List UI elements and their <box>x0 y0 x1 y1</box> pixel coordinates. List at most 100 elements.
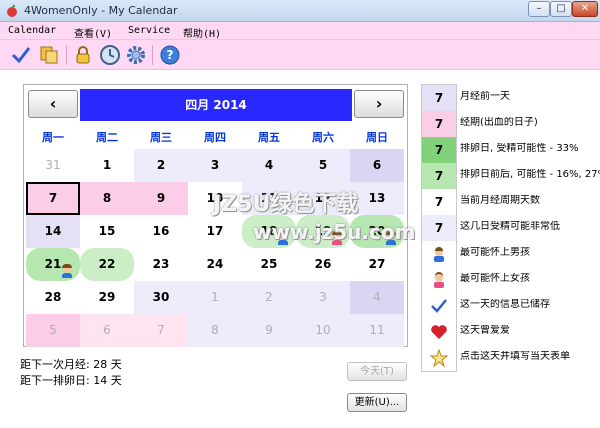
day-cell[interactable]: 27 <box>350 248 404 281</box>
lock-icon[interactable] <box>72 44 94 66</box>
calendar: ‹ 四月 2014 › 周一 周二 周三 周四 周五 周六 周日 31 1 2 3 4 5 6 7 8 9 10… <box>23 84 408 347</box>
next-month-button[interactable]: › <box>354 90 404 118</box>
day-number: 20 <box>368 224 386 238</box>
day-number: 14 <box>44 224 62 238</box>
day-cell[interactable]: 14 <box>26 215 80 248</box>
day-cell[interactable]: 1 <box>80 149 134 182</box>
menu-calendar[interactable]: Calendar <box>8 25 56 36</box>
month-label: 四月 2014 <box>80 89 352 121</box>
day-cell[interactable]: 4 <box>350 281 404 314</box>
day-cell[interactable]: 20 <box>350 215 404 248</box>
day-cell[interactable]: 15 <box>80 215 134 248</box>
legend-text: 月经前一天 <box>460 91 510 102</box>
day-cell[interactable]: 24 <box>188 248 242 281</box>
day-cell[interactable]: 18 <box>242 215 296 248</box>
window-title: 4WomenOnly - My Calendar <box>24 4 178 17</box>
menu-service[interactable]: Service <box>128 25 170 36</box>
day-cell[interactable]: 23 <box>134 248 188 281</box>
day-number: 23 <box>152 257 170 271</box>
day-cell[interactable]: 16 <box>134 215 188 248</box>
day-cell[interactable]: 3 <box>188 149 242 182</box>
day-cell[interactable]: 3 <box>296 281 350 314</box>
toolbar-separator <box>152 45 153 65</box>
day-cell[interactable]: 5 <box>26 314 80 347</box>
day-number: 24 <box>206 257 224 271</box>
boy-icon <box>60 264 74 278</box>
day-cell[interactable]: 9 <box>134 182 188 215</box>
day-cell[interactable]: 5 <box>296 149 350 182</box>
day-number: 18 <box>260 224 278 238</box>
day-cell[interactable]: 10 <box>296 314 350 347</box>
legend-swatch: 7 <box>422 85 456 111</box>
day-cell[interactable]: 6 <box>80 314 134 347</box>
day-number: 8 <box>211 323 219 337</box>
boy-icon <box>384 231 398 245</box>
toolbar: ? <box>0 40 600 70</box>
boy-icon <box>276 231 290 245</box>
previous-month-button[interactable]: ‹ <box>28 90 78 118</box>
day-number: 3 <box>210 158 220 172</box>
maximize-button[interactable]: □ <box>550 1 572 17</box>
legend-swatch: 7 <box>422 215 456 241</box>
today-button[interactable]: 今天(T) <box>347 362 407 381</box>
legend-swatch-label: 7 <box>434 117 444 131</box>
day-cell[interactable]: 4 <box>242 149 296 182</box>
day-number: 17 <box>206 224 224 238</box>
day-number: 2 <box>156 158 166 172</box>
day-number: 27 <box>368 257 386 271</box>
refresh-button[interactable]: 更新(U)... <box>347 393 407 412</box>
legend-swatch: 7 <box>422 189 456 215</box>
day-number: 4 <box>373 290 381 304</box>
day-cell[interactable]: 26 <box>296 248 350 281</box>
day-cell[interactable]: 11 <box>242 182 296 215</box>
weekday-header: 周五 <box>258 131 280 144</box>
day-cell[interactable]: 25 <box>242 248 296 281</box>
day-number: 26 <box>314 257 332 271</box>
menu-view[interactable]: 查看(V) <box>74 25 112 40</box>
day-cell[interactable]: 7 <box>134 314 188 347</box>
day-cell[interactable]: 17 <box>188 215 242 248</box>
menu-help[interactable]: 帮助(H) <box>183 25 221 40</box>
day-number: 29 <box>98 290 116 304</box>
day-number: 15 <box>98 224 116 238</box>
day-cell[interactable]: 9 <box>242 314 296 347</box>
day-cell[interactable]: 7 <box>26 182 80 215</box>
legend-text: 这天曾爱爱 <box>460 325 510 336</box>
weekday-header: 周三 <box>150 131 172 144</box>
gear-icon[interactable] <box>125 44 147 66</box>
day-number: 25 <box>260 257 278 271</box>
checkmark-icon[interactable] <box>10 44 32 66</box>
day-cell[interactable]: 22 <box>80 248 134 281</box>
day-cell[interactable]: 11 <box>350 314 404 347</box>
day-cell[interactable]: 8 <box>80 182 134 215</box>
day-cell[interactable]: 10 <box>188 182 242 215</box>
day-cell[interactable]: 12 <box>296 182 350 215</box>
day-cell[interactable]: 2 <box>134 149 188 182</box>
day-cell[interactable]: 1 <box>188 281 242 314</box>
day-cell[interactable]: 29 <box>80 281 134 314</box>
clock-icon[interactable] <box>99 44 121 66</box>
day-number: 10 <box>206 191 224 205</box>
day-cell[interactable]: 6 <box>350 149 404 182</box>
day-cell[interactable]: 2 <box>242 281 296 314</box>
copy-icon[interactable] <box>38 44 60 66</box>
legend-text: 排卵日前后, 可能性 - 16%, 27%或 31% <box>460 169 600 180</box>
day-number: 5 <box>318 158 328 172</box>
day-cell[interactable]: 30 <box>134 281 188 314</box>
close-button[interactable]: ✕ <box>572 1 598 17</box>
day-cell[interactable]: 31 <box>26 149 80 182</box>
day-number: 7 <box>157 323 165 337</box>
day-number: 19 <box>314 224 332 238</box>
day-number: 13 <box>368 191 386 205</box>
minimize-button[interactable]: – <box>528 1 550 17</box>
day-number: 30 <box>152 290 170 304</box>
day-cell[interactable]: 8 <box>188 314 242 347</box>
day-cell[interactable]: 19 <box>296 215 350 248</box>
help-icon[interactable]: ? <box>159 44 181 66</box>
day-cell[interactable]: 13 <box>350 182 404 215</box>
day-cell[interactable]: 21 <box>26 248 80 281</box>
day-number: 10 <box>315 323 331 337</box>
day-cell[interactable]: 28 <box>26 281 80 314</box>
weekday-header: 周二 <box>96 131 118 144</box>
legend-text: 最可能怀上女孩 <box>460 273 530 284</box>
